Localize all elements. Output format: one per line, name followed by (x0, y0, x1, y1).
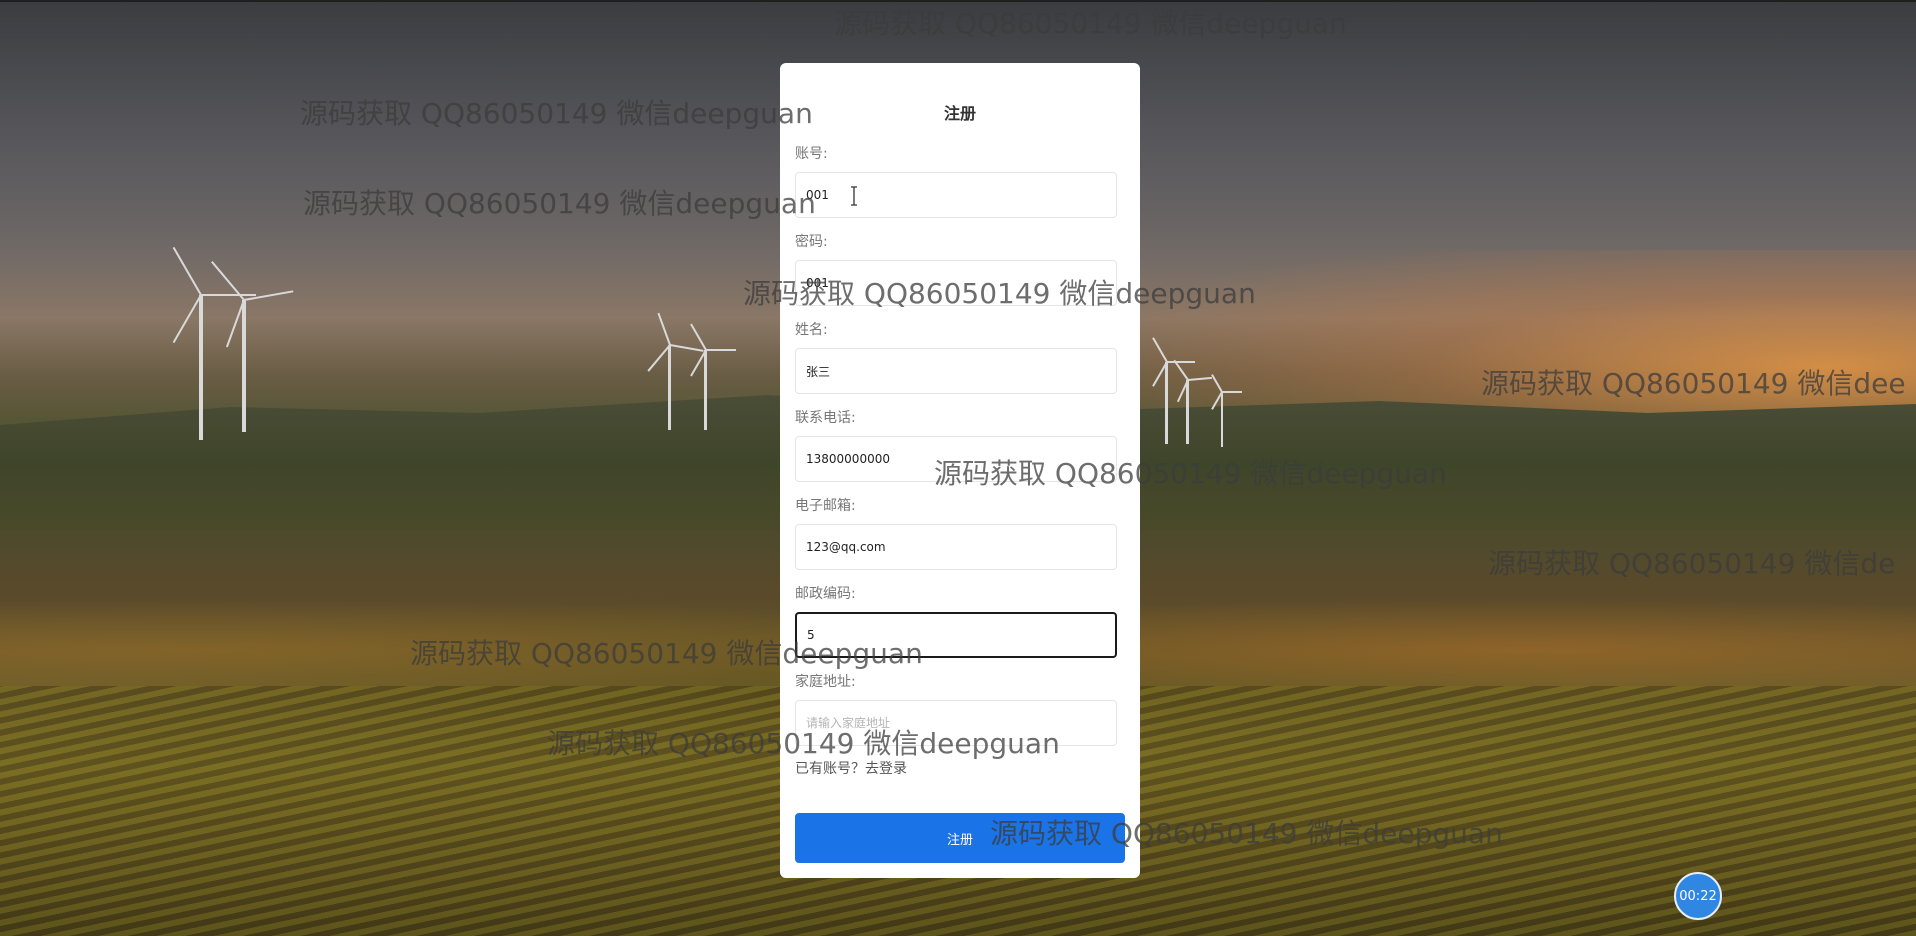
email-input[interactable] (795, 524, 1117, 570)
page-title: 注册 (943, 104, 976, 123)
account-label: 账号: (795, 146, 828, 162)
top-border (0, 0, 1916, 2)
address-label: 家庭地址: (795, 674, 856, 690)
register-button[interactable]: 注册 (795, 813, 1125, 863)
phone-input[interactable] (795, 436, 1117, 482)
password-label: 密码: (795, 234, 828, 250)
phone-label: 联系电话: (795, 410, 856, 426)
password-input[interactable] (795, 260, 1117, 306)
name-label: 姓名: (795, 322, 828, 338)
name-input[interactable] (795, 348, 1117, 394)
account-input[interactable] (795, 172, 1117, 218)
text-cursor-icon (851, 186, 857, 206)
recording-timer[interactable]: 00:22 (1674, 872, 1722, 920)
register-card: 注册 账号: 密码: 姓名: 联系电话: 电子邮箱: 邮政编码: 家庭地址: 已… (780, 63, 1140, 878)
postcode-label: 邮政编码: (795, 586, 856, 602)
address-input[interactable] (795, 700, 1117, 746)
go-login-link[interactable]: 已有账号？去登录 (795, 758, 907, 778)
email-label: 电子邮箱: (795, 498, 856, 514)
postcode-input[interactable] (795, 612, 1117, 658)
